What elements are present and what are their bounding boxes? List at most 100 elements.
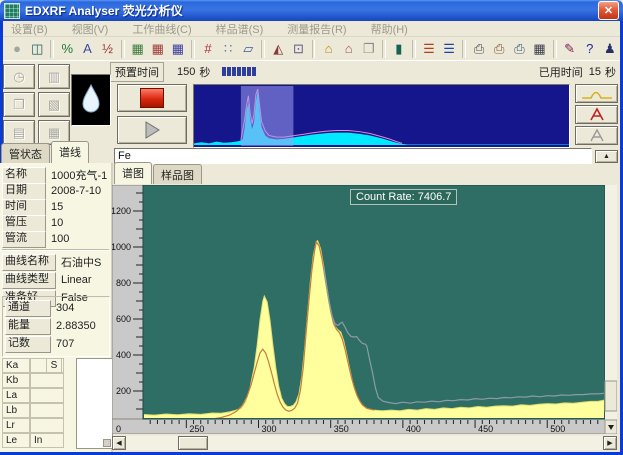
tube-hv-icon[interactable]: ▥ [38, 64, 70, 89]
peak-table-cell [30, 388, 64, 403]
home-load-button[interactable]: ⌂ [318, 39, 338, 59]
main-tab-strip: 谱图 样品图 [114, 166, 617, 184]
progress-segment [232, 67, 236, 76]
tab-sample-view[interactable]: 样品图 [153, 164, 202, 184]
elapsed-time-label: 已用时间 [539, 64, 583, 80]
calculator-button[interactable]: ▦ [529, 39, 549, 59]
toolbar-separator [412, 40, 416, 58]
peak-marker-red-button[interactable] [575, 105, 618, 124]
title-bar[interactable]: EDXRF Analyser 荧光分析仪 ✕ [0, 0, 623, 21]
field-row: 管压10 [2, 215, 112, 231]
roi-box-button[interactable]: ⊡ [288, 39, 308, 59]
list-red-button[interactable]: ☰ [419, 39, 439, 59]
menu-item-5[interactable]: 测量报告(R) [287, 21, 346, 37]
peak-marker-gray-button[interactable] [575, 126, 618, 145]
close-button[interactable]: ✕ [598, 1, 619, 20]
scroll-left-button[interactable]: ◀ [112, 436, 126, 450]
list-blue-button[interactable]: ☰ [439, 39, 459, 59]
print-setup-button[interactable]: ⎙ [489, 39, 509, 59]
peak-table-row: Kb [2, 373, 64, 388]
stop-circle-button[interactable]: ● [7, 39, 27, 59]
table-sum-button[interactable]: ▦ [168, 39, 188, 59]
field-label: 日期 [2, 183, 46, 200]
field-value: 2.88350 [51, 320, 96, 332]
context-help-button[interactable]: ? [580, 39, 600, 59]
element-input[interactable] [114, 148, 592, 164]
field-row: 能量2.88350 [5, 317, 109, 335]
svg-text:600: 600 [116, 314, 131, 324]
tab-tube-status[interactable]: 管状态 [1, 143, 50, 163]
spectrum-chart[interactable]: 200400600800100012000250300350400450500 [112, 185, 617, 434]
element-listbox[interactable] [76, 358, 113, 449]
curve-fit-button[interactable]: A [77, 39, 97, 59]
menu-item-6[interactable]: 帮助(H) [371, 21, 408, 37]
toolbar-separator [50, 40, 54, 58]
svg-text:500: 500 [550, 424, 565, 434]
field-label: 名称 [2, 167, 46, 184]
svg-text:800: 800 [116, 278, 131, 288]
ratio-button[interactable]: ½ [97, 39, 117, 59]
field-row: 名称1000充气-1 [2, 167, 112, 183]
peak-table-row: Lb [2, 403, 64, 418]
svg-text:350: 350 [334, 424, 349, 434]
stop-button[interactable] [117, 84, 187, 112]
app-window: EDXRF Analyser 荧光分析仪 ✕ 设置(B) 视图(V) 工作曲线(C)… [0, 0, 623, 455]
menu-item-4[interactable]: 样品谱(S) [216, 21, 264, 37]
percent-calib-button[interactable]: % [57, 39, 77, 59]
preset-time-label: 预置时间 [110, 62, 164, 82]
field-label: 通道 [5, 300, 51, 317]
print-preview-button[interactable]: ⎙ [509, 39, 529, 59]
table-new-button[interactable]: ▦ [128, 39, 148, 59]
menu-item-2[interactable]: 视图(V) [72, 21, 109, 37]
time-bar: 预置时间 150 秒 已用时间 15 秒 [110, 61, 620, 82]
logbook-button[interactable]: ✎ [560, 39, 580, 59]
filter-icon[interactable]: ▧ [38, 92, 70, 117]
menu-item-3[interactable]: 工作曲线(C) [132, 21, 191, 37]
spectrum-preview[interactable] [193, 84, 570, 148]
table-delete-button[interactable]: ▦ [148, 39, 168, 59]
field-label: 曲线类型 [2, 272, 56, 289]
progress-segment [237, 67, 241, 76]
peak-curve-yellow-button[interactable] [575, 84, 618, 103]
element-spin-up-button[interactable]: ▲ [595, 150, 618, 163]
svg-text:1000: 1000 [112, 242, 131, 252]
scroll-right-button[interactable]: ▶ [603, 436, 617, 450]
progress-segment [252, 67, 256, 76]
svg-text:450: 450 [478, 424, 493, 434]
water-drop-icon [72, 75, 110, 125]
play-icon [141, 119, 163, 141]
peak-table-cell: In [30, 433, 64, 448]
exit-button[interactable]: ♟ [600, 39, 620, 59]
tab-spectral-lines[interactable]: 谱线 [51, 141, 89, 163]
menu-item-1[interactable]: 设置(B) [11, 21, 48, 37]
peak-table-header: S [46, 358, 62, 373]
listbox-scroll-thumb[interactable] [103, 439, 111, 447]
database-book-button[interactable]: ▮ [389, 39, 409, 59]
home-save-button[interactable]: ⌂ [339, 39, 359, 59]
timer-icon[interactable]: ◷ [3, 64, 35, 89]
sheets-button[interactable]: ❐ [359, 39, 379, 59]
chart-hscrollbar[interactable]: ◀ ▶ [112, 436, 617, 450]
grid-button[interactable]: # [198, 39, 218, 59]
app-icon [4, 3, 20, 19]
svg-text:250: 250 [189, 424, 204, 434]
vscroll-thumb [605, 381, 617, 411]
acquire-button[interactable]: ◫ [27, 39, 47, 59]
peak-triangle-button[interactable]: ◭ [268, 39, 288, 59]
toolbar-separator [462, 40, 466, 58]
scroll-thumb[interactable] [178, 436, 208, 450]
toolbar-separator [191, 40, 195, 58]
report-icon[interactable]: ▤ [3, 120, 35, 145]
left-tab-strip: 管状态 谱线 [1, 146, 113, 163]
menu-bar: 设置(B) 视图(V) 工作曲线(C) 样品谱(S) 测量报告(R) 帮助(H) [3, 21, 620, 37]
copy-icon[interactable]: ❐ [3, 92, 35, 117]
peak-table-cell [30, 373, 64, 388]
field-label: 管流 [2, 231, 46, 248]
peak-table-cell: Lb [2, 403, 30, 418]
start-button[interactable] [117, 116, 187, 144]
chart-view-button[interactable]: ▱ [238, 39, 258, 59]
print-button[interactable]: ⎙ [469, 39, 489, 59]
tab-spectrum-view[interactable]: 谱图 [114, 162, 152, 184]
peak-table-cell: Le [2, 433, 30, 448]
smooth-button[interactable]: ∷ [218, 39, 238, 59]
